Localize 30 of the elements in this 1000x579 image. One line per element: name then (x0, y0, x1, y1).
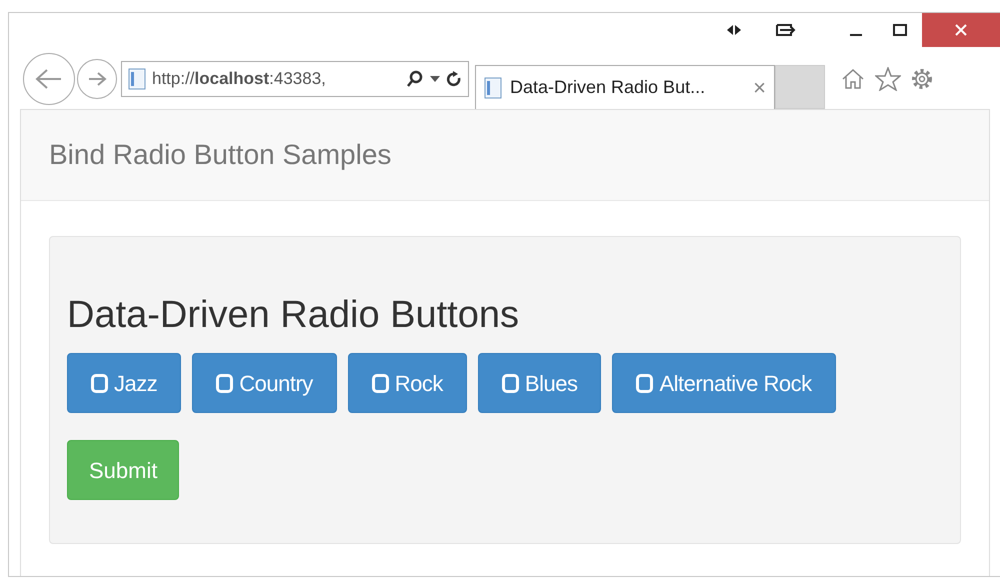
panel-heading: Data-Driven Radio Buttons (67, 293, 520, 337)
close-tab-button[interactable]: × (753, 76, 766, 98)
radio-option-button[interactable]: Alternative Rock (612, 353, 836, 413)
right-arrow-icon (87, 71, 107, 87)
star-icon[interactable] (875, 67, 901, 91)
forward-button[interactable] (77, 59, 117, 99)
radio-option-button[interactable]: Jazz (67, 353, 182, 413)
page-icon (484, 76, 502, 98)
split-icon[interactable] (726, 24, 742, 36)
maximize-icon (893, 24, 907, 36)
address-text: http://localhost:43383, (152, 68, 326, 90)
submit-button[interactable]: Submit (67, 440, 180, 500)
radio-option-button[interactable]: Rock (348, 353, 467, 413)
navbar-brand[interactable]: Bind Radio Button Samples (49, 134, 392, 176)
radio-option-button[interactable]: Blues (478, 353, 602, 413)
close-icon (954, 23, 968, 37)
dropdown-icon[interactable] (430, 76, 440, 82)
settings-icon[interactable] (909, 66, 935, 92)
radio-option-button[interactable]: Country (192, 353, 337, 413)
home-icon[interactable] (841, 68, 865, 90)
left-arrow-icon (35, 68, 63, 90)
back-button[interactable] (23, 53, 75, 105)
page-icon (128, 68, 146, 90)
tab-title: Data-Driven Radio But... (510, 76, 706, 99)
minimize-icon (850, 34, 862, 36)
refresh-icon[interactable] (446, 70, 462, 88)
window-icon[interactable] (776, 24, 796, 36)
address-bar[interactable]: http://localhost:43383, (121, 61, 469, 97)
search-icon[interactable] (406, 70, 424, 88)
browser-tab[interactable]: Data-Driven Radio But... × (475, 65, 775, 109)
